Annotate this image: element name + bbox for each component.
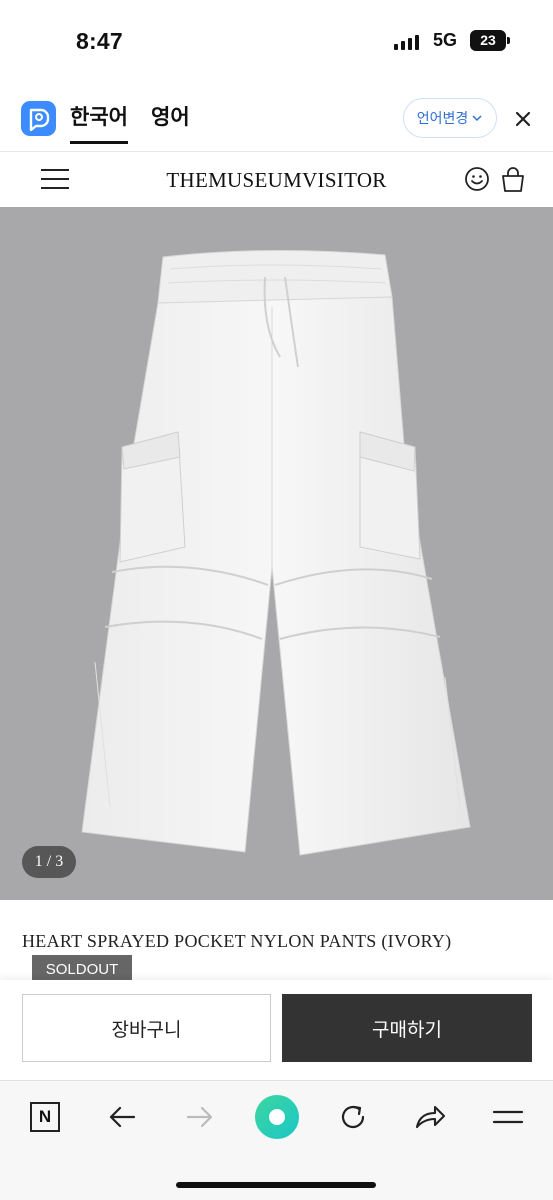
buy-now-button[interactable]: 구매하기 (282, 994, 532, 1062)
status-time: 8:47 (76, 28, 123, 54)
add-to-cart-button[interactable]: 장바구니 (22, 994, 271, 1062)
tab-korean[interactable]: 한국어 (70, 104, 128, 144)
shop-header: THEMUSEUMVISITOR (0, 153, 553, 207)
share-icon[interactable] (410, 1097, 450, 1137)
translate-bar: 한국어 영어 언어변경 (0, 86, 553, 152)
home-indicator[interactable] (176, 1182, 376, 1188)
menu-icon[interactable] (488, 1097, 528, 1137)
account-icon[interactable] (464, 166, 490, 192)
cargo-pants-photo (81, 249, 471, 856)
cart-bag-icon[interactable] (500, 165, 526, 193)
change-language-button[interactable]: 언어변경 (403, 98, 497, 138)
image-pager: 1 / 3 (22, 846, 76, 878)
naver-n-icon[interactable]: N (25, 1097, 65, 1137)
status-bar: 8:47 5G 23 (0, 0, 553, 80)
change-language-label: 언어변경 (416, 110, 469, 126)
close-icon[interactable] (512, 108, 534, 130)
battery-tip (507, 37, 510, 44)
purchase-action-bar: 장바구니 구매하기 (0, 980, 553, 1080)
product-name: HEART SPRAYED POCKET NYLON PANTS (IVORY) (22, 931, 452, 951)
chevron-down-icon (472, 115, 482, 122)
forward-arrow-icon[interactable] (180, 1097, 220, 1137)
tab-english[interactable]: 영어 (151, 104, 190, 144)
papago-icon[interactable] (21, 101, 56, 136)
network-label: 5G (433, 30, 458, 50)
reload-icon[interactable] (333, 1097, 373, 1137)
green-dot-icon[interactable] (255, 1095, 299, 1139)
signal-icon (394, 34, 419, 50)
back-arrow-icon[interactable] (102, 1097, 142, 1137)
battery-icon: 23 (470, 30, 506, 51)
product-image[interactable] (0, 207, 553, 900)
